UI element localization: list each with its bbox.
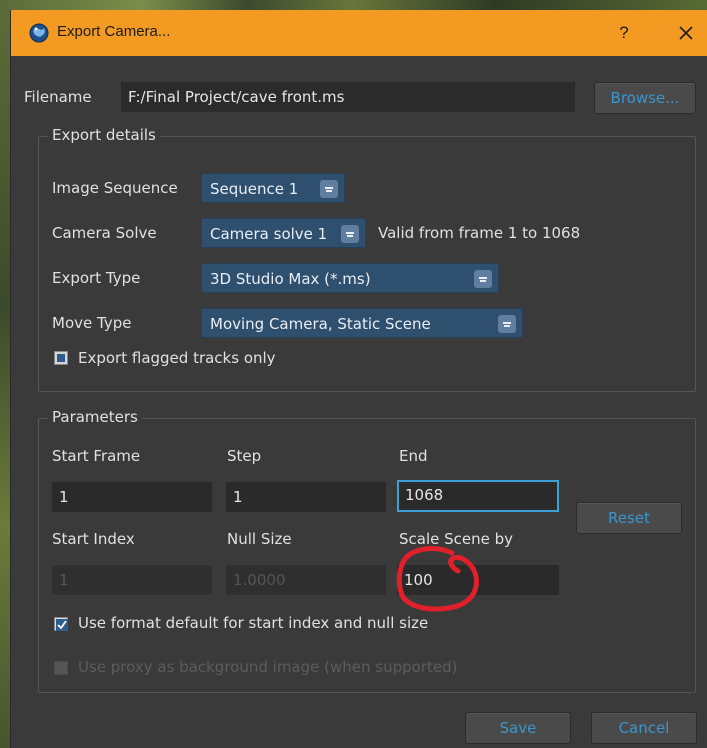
image-sequence-select[interactable]: Sequence 1 (201, 173, 345, 203)
use-format-default-label[interactable]: Use format default for start index and n… (78, 614, 428, 632)
null-size-input[interactable]: 1.0000 (226, 565, 386, 595)
dropdown-arrow-icon (320, 180, 338, 198)
checkbox-indicator (57, 664, 65, 672)
filename-input[interactable]: F:/Final Project/cave front.ms (121, 82, 575, 112)
export-flagged-checkbox[interactable] (54, 351, 68, 365)
use-proxy-checkbox[interactable] (54, 661, 68, 675)
filename-label: Filename (24, 88, 92, 106)
export-camera-dialog: Export Camera... ? Filename F:/Final Pro… (10, 10, 707, 748)
app-globe-icon (29, 23, 49, 43)
use-proxy-label[interactable]: Use proxy as background image (when supp… (78, 658, 457, 676)
save-button[interactable]: Save (465, 712, 571, 744)
export-type-select[interactable]: 3D Studio Max (*.ms) (201, 263, 499, 293)
dropdown-arrow-icon (341, 225, 359, 243)
end-input[interactable]: 1068 (397, 480, 559, 512)
step-input[interactable]: 1 (226, 482, 386, 512)
image-sequence-label: Image Sequence (52, 179, 178, 197)
export-details-title: Export details (48, 126, 160, 144)
use-format-default-checkbox[interactable] (54, 617, 68, 631)
cancel-button[interactable]: Cancel (591, 712, 697, 744)
desktop-background-left (0, 10, 10, 748)
start-index-label: Start Index (52, 530, 135, 548)
start-frame-label: Start Frame (52, 447, 141, 465)
move-type-select[interactable]: Moving Camera, Static Scene (201, 308, 523, 338)
export-flagged-label[interactable]: Export flagged tracks only (78, 349, 276, 367)
close-icon[interactable] (674, 21, 698, 45)
dropdown-arrow-icon (498, 315, 516, 333)
parameters-title: Parameters (48, 408, 142, 426)
window-title: Export Camera... (57, 23, 171, 40)
scale-scene-label: Scale Scene by (399, 530, 514, 548)
image-sequence-value: Sequence 1 (210, 180, 299, 198)
checkmark-icon (56, 619, 68, 631)
export-type-label: Export Type (52, 269, 141, 287)
valid-range-text: Valid from frame 1 to 1068 (378, 224, 581, 242)
start-frame-input[interactable]: 1 (52, 482, 212, 512)
export-type-value: 3D Studio Max (*.ms) (210, 270, 371, 288)
camera-solve-select[interactable]: Camera solve 1 (201, 218, 366, 248)
move-type-label: Move Type (52, 314, 132, 332)
dropdown-arrow-icon (474, 270, 492, 288)
title-bar[interactable]: Export Camera... ? (11, 10, 707, 56)
move-type-value: Moving Camera, Static Scene (210, 315, 431, 333)
desktop-background (0, 0, 707, 10)
help-button[interactable]: ? (612, 21, 636, 45)
camera-solve-label: Camera Solve (52, 224, 157, 242)
reset-button[interactable]: Reset (576, 502, 682, 534)
camera-solve-value: Camera solve 1 (210, 225, 328, 243)
start-index-input[interactable]: 1 (52, 565, 212, 595)
step-label: Step (227, 447, 262, 465)
end-label: End (399, 447, 428, 465)
null-size-label: Null Size (227, 530, 292, 548)
scale-scene-input[interactable]: 100 (397, 565, 559, 595)
checkbox-indicator (57, 354, 65, 362)
browse-button[interactable]: Browse... (594, 82, 696, 114)
